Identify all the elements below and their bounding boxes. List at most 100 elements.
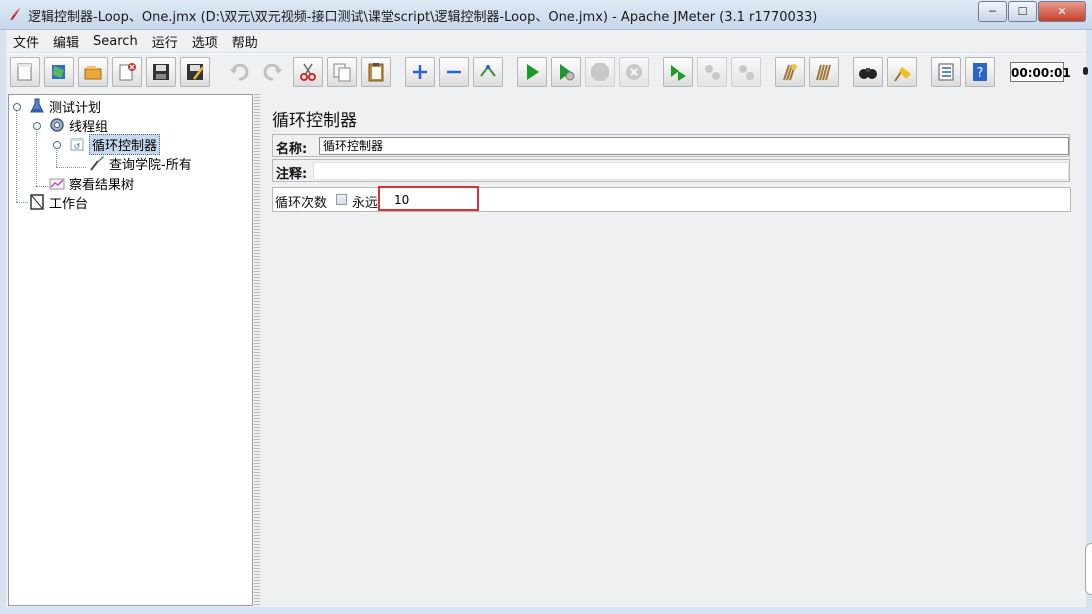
help-button[interactable]: ? (965, 57, 995, 87)
redo-button[interactable] (258, 57, 288, 87)
pane-splitter[interactable] (254, 92, 260, 607)
start-no-pause-button[interactable] (551, 57, 581, 87)
tree-node-workbench[interactable]: 工作台 (29, 193, 89, 212)
loop-count-input[interactable]: 10 (390, 190, 1070, 210)
undo-button[interactable] (224, 57, 254, 87)
loop-count-label: 循环次数 (275, 196, 328, 211)
tree-connector (56, 150, 57, 167)
results-tree-icon (49, 178, 65, 190)
window-title: 逻辑控制器-Loop、One.jmx (D:\双元\双元视频-接口测试\课堂sc… (28, 10, 818, 25)
toolbar: ? 00:00:01 (6, 53, 1088, 93)
reset-search-button[interactable] (887, 57, 917, 87)
close-plan-button[interactable] (112, 57, 142, 87)
open-button[interactable] (78, 57, 108, 87)
undo-icon (230, 63, 249, 81)
tree-connector (36, 131, 37, 186)
tree-node-label: 工作台 (49, 196, 89, 212)
templates-button[interactable] (44, 57, 74, 87)
collapse-button[interactable] (439, 57, 469, 87)
clear-button[interactable] (775, 57, 805, 87)
forever-label: 永远 (352, 196, 379, 211)
remote-start-icon (671, 65, 686, 81)
loop-controller-panel: 循环控制器 名称: 循环控制器 注释: 循环次数 永远 10 (264, 92, 1082, 607)
tree-connector (16, 202, 28, 203)
remote-shutdown-icon (739, 65, 754, 80)
comment-input[interactable] (313, 162, 1069, 180)
jmeter-window: 逻辑控制器-Loop、One.jmx (D:\双元\双元视频-接口测试\课堂sc… (0, 0, 1092, 614)
paste-button[interactable] (361, 57, 391, 87)
cut-button[interactable] (293, 57, 323, 87)
menu-search[interactable]: Search (86, 34, 145, 49)
title-bar[interactable]: 逻辑控制器-Loop、One.jmx (D:\双元\双元视频-接口测试\课堂sc… (0, 0, 1092, 30)
stop-icon (591, 63, 609, 81)
jmeter-feather-icon (10, 8, 20, 21)
tree-expand-knob[interactable] (53, 141, 61, 149)
elapsed-timer: 00:00:01 (1010, 62, 1071, 82)
copy-button[interactable] (327, 57, 357, 87)
name-input[interactable]: 循环控制器 (319, 137, 1069, 155)
tree-node-test-plan[interactable]: 测试计划 (29, 97, 101, 116)
edge-scroll-handle[interactable] (1085, 543, 1092, 595)
tree-expand-knob[interactable] (33, 122, 41, 130)
menu-run[interactable]: 运行 (145, 32, 185, 51)
start-button[interactable] (517, 57, 547, 87)
http-sampler-icon (90, 156, 104, 171)
collapse-icon (447, 70, 461, 74)
tree-node-http-sampler[interactable]: 查询学院-所有 (89, 154, 192, 173)
main-content: 测试计划 线程组 ↺ 循环控制器 查询学院-所有 察看结果树 工作台 循环控制器… (6, 92, 1086, 607)
clear-all-button[interactable] (809, 57, 839, 87)
menu-options[interactable]: 选项 (185, 32, 225, 51)
comment-label: 注释: (276, 167, 308, 182)
test-plan-tree[interactable]: 测试计划 线程组 ↺ 循环控制器 查询学院-所有 察看结果树 工作台 (8, 94, 253, 606)
toggle-icon (480, 65, 496, 77)
function-helper-button[interactable] (931, 57, 961, 87)
search-button[interactable] (853, 57, 883, 87)
save-as-button[interactable] (180, 57, 210, 87)
toggle-button[interactable] (473, 57, 503, 87)
close-button[interactable]: ✕ (1038, 1, 1086, 22)
paste-icon (368, 63, 384, 82)
clear-icon (783, 64, 797, 81)
forever-checkbox[interactable] (336, 194, 347, 205)
templates-icon (52, 65, 65, 79)
shutdown-button[interactable] (619, 57, 649, 87)
reset-search-icon (894, 67, 911, 82)
save-as-icon (187, 64, 204, 80)
workbench-icon (30, 194, 44, 210)
minimize-button[interactable]: ─ (978, 1, 1007, 22)
svg-text:↺: ↺ (74, 142, 81, 151)
clear-all-icon (816, 64, 831, 81)
save-button[interactable] (146, 57, 176, 87)
tree-node-loop-controller[interactable]: ↺ 循环控制器 (69, 133, 161, 155)
search-icon (859, 68, 877, 79)
tree-node-results-tree[interactable]: 察看结果树 (49, 174, 135, 193)
start-icon (527, 64, 539, 80)
maximize-button[interactable]: ☐ (1008, 1, 1037, 22)
remote-stop-button[interactable] (697, 57, 727, 87)
help-icon: ? (973, 63, 987, 81)
new-icon (17, 63, 32, 81)
remote-stop-icon (705, 65, 720, 80)
cut-icon (300, 63, 316, 81)
thread-group-icon (50, 118, 64, 132)
menu-edit[interactable]: 编辑 (46, 32, 86, 51)
stop-button[interactable] (585, 57, 615, 87)
loop-controller-icon: ↺ (70, 138, 84, 151)
remote-start-button[interactable] (663, 57, 693, 87)
running-indicator (1083, 67, 1088, 75)
copy-icon (333, 63, 351, 82)
tree-connector (56, 167, 86, 168)
tree-expand-knob[interactable] (13, 103, 21, 111)
new-button[interactable] (10, 57, 40, 87)
start-no-pause-icon (560, 64, 575, 81)
svg-text:?: ? (977, 66, 984, 81)
tree-node-thread-group[interactable]: 线程组 (49, 116, 108, 135)
menu-help[interactable]: 帮助 (225, 32, 265, 51)
menu-bar: 文件 编辑 Search 运行 选项 帮助 (6, 30, 1086, 52)
close-plan-icon (119, 63, 136, 81)
tree-node-label: 察看结果树 (69, 177, 135, 193)
remote-shutdown-button[interactable] (731, 57, 761, 87)
menu-file[interactable]: 文件 (6, 32, 46, 51)
expand-button[interactable] (405, 57, 435, 87)
expand-icon (413, 65, 427, 79)
